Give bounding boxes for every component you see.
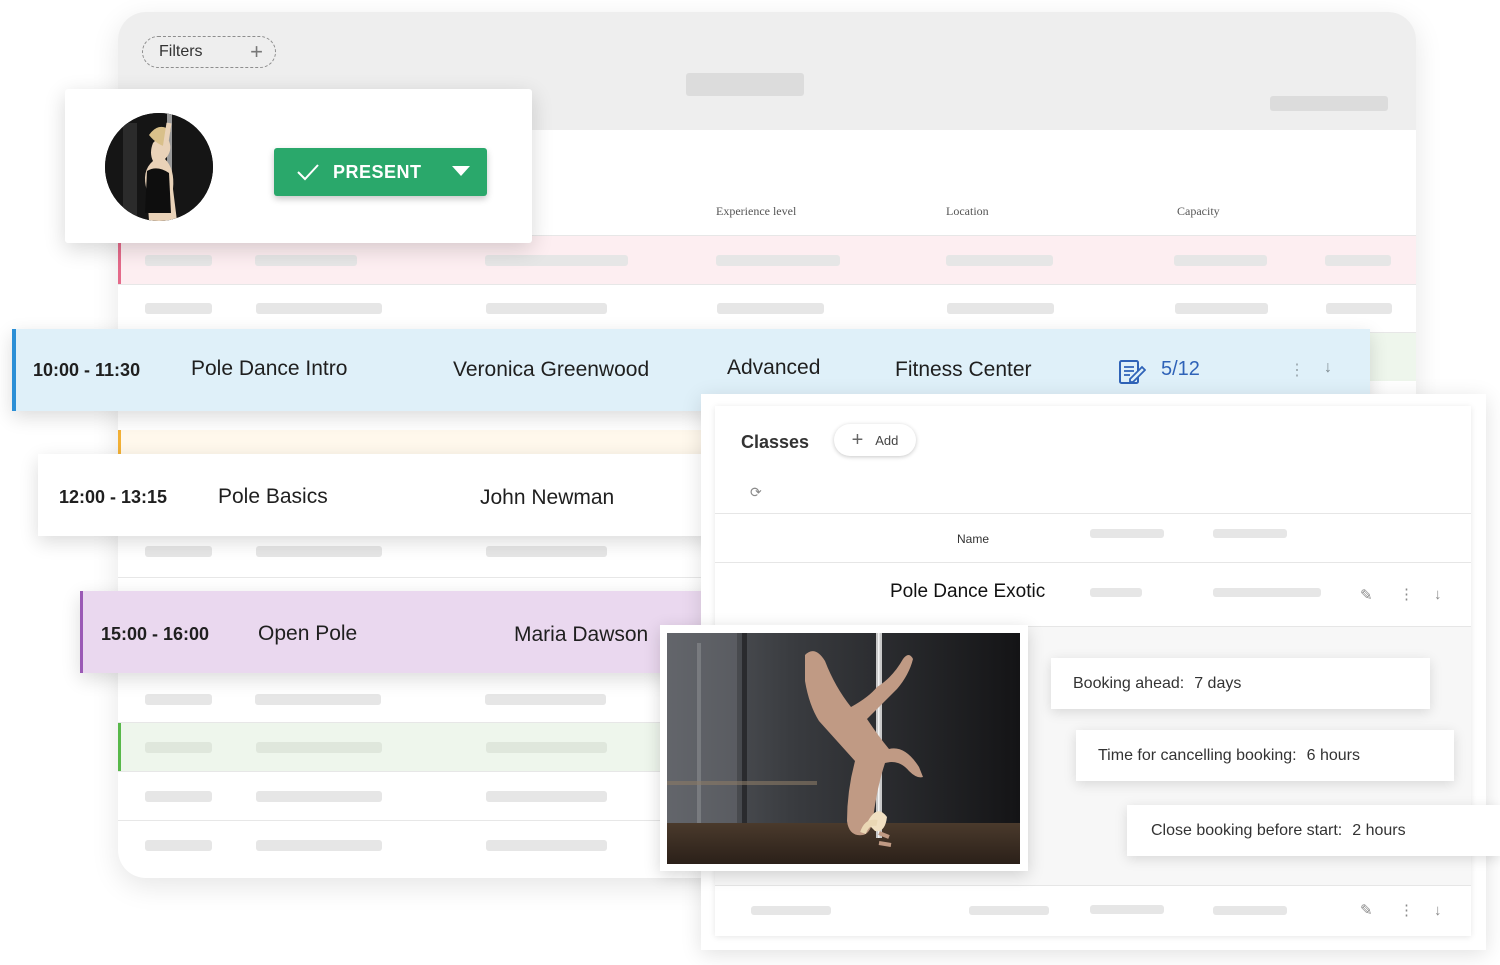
class-instructor: Veronica Greenwood bbox=[453, 358, 650, 381]
arrow-down-icon[interactable]: ↓ bbox=[1434, 903, 1442, 918]
refresh-icon[interactable]: ⟳ bbox=[750, 485, 762, 499]
arrow-down-icon[interactable]: ↓ bbox=[1434, 587, 1442, 602]
more-vertical-icon[interactable]: ⋮ bbox=[1399, 903, 1414, 918]
pole-dancer-image bbox=[667, 633, 1020, 864]
plus-icon: + bbox=[851, 429, 864, 451]
notepad-edit-icon[interactable] bbox=[1118, 357, 1146, 385]
close-booking-label: Close booking before start: bbox=[1151, 821, 1343, 839]
avatar-photo bbox=[105, 113, 213, 221]
class-name: Open Pole bbox=[258, 622, 358, 645]
class-instructor: Maria Dawson bbox=[514, 623, 649, 646]
class-capacity: 5/12 bbox=[1161, 358, 1200, 380]
column-location[interactable]: Location bbox=[946, 204, 989, 219]
present-label: PRESENT bbox=[333, 162, 422, 182]
booking-ahead-label: Booking ahead: bbox=[1073, 674, 1185, 692]
class-name: Pole Basics bbox=[218, 485, 328, 508]
attendee-card: PRESENT bbox=[65, 89, 532, 243]
class-row-name: Pole Dance Exotic bbox=[890, 581, 1046, 602]
add-label: Add bbox=[875, 432, 899, 448]
class-name: Pole Dance Intro bbox=[191, 357, 348, 380]
more-vertical-icon[interactable]: ⋮ bbox=[1399, 587, 1414, 602]
filters-button[interactable]: Filters + bbox=[142, 36, 276, 68]
cancel-booking-value: 6 hours bbox=[1306, 746, 1360, 764]
table-row[interactable]: ✎ ⋮ ↓ bbox=[715, 886, 1471, 936]
more-vertical-icon[interactable]: ⋮ bbox=[1289, 360, 1305, 380]
arrow-down-icon[interactable]: ↓ bbox=[1324, 359, 1332, 377]
column-experience-level[interactable]: Experience level bbox=[716, 204, 796, 219]
avatar[interactable] bbox=[105, 113, 213, 221]
check-icon bbox=[297, 164, 319, 181]
plus-icon: + bbox=[250, 39, 263, 64]
booking-ahead-value: 7 days bbox=[1194, 674, 1242, 692]
class-level: Advanced bbox=[727, 356, 821, 379]
add-class-button[interactable]: + Add bbox=[834, 424, 916, 456]
class-time: 12:00 - 13:15 bbox=[59, 487, 168, 507]
column-name[interactable]: Name bbox=[957, 532, 989, 546]
table-row[interactable] bbox=[118, 236, 1416, 284]
class-location: Fitness Center bbox=[895, 358, 1032, 381]
booking-ahead-setting: Booking ahead: 7 days bbox=[1051, 658, 1430, 709]
cancel-booking-setting: Time for cancelling booking: 6 hours bbox=[1076, 730, 1454, 781]
header-title-placeholder bbox=[686, 73, 804, 96]
close-booking-value: 2 hours bbox=[1352, 821, 1406, 839]
classes-title: Classes bbox=[741, 432, 810, 452]
class-photo bbox=[667, 633, 1020, 864]
class-time: 15:00 - 16:00 bbox=[101, 624, 210, 644]
class-row-open-pole[interactable]: 15:00 - 16:00 Open Pole Maria Dawson bbox=[80, 591, 740, 673]
header-action-placeholder bbox=[1270, 96, 1388, 111]
filters-label: Filters bbox=[159, 43, 203, 60]
class-photo-frame bbox=[660, 625, 1028, 871]
table-row[interactable] bbox=[118, 285, 1416, 333]
attendance-status-dropdown[interactable]: PRESENT bbox=[274, 148, 487, 196]
edit-pencil-icon[interactable]: ✎ bbox=[1360, 903, 1373, 918]
class-row-pole-basics[interactable]: 12:00 - 13:15 Pole Basics John Newman bbox=[38, 454, 738, 536]
class-time: 10:00 - 11:30 bbox=[33, 360, 141, 380]
table-row[interactable]: Pole Dance Exotic ✎ ⋮ ↓ bbox=[715, 563, 1471, 626]
caret-down-icon[interactable] bbox=[451, 165, 471, 177]
class-instructor: John Newman bbox=[480, 486, 615, 509]
edit-pencil-icon[interactable]: ✎ bbox=[1360, 588, 1373, 603]
column-capacity[interactable]: Capacity bbox=[1177, 204, 1220, 219]
close-booking-setting: Close booking before start: 2 hours bbox=[1127, 805, 1500, 856]
cancel-booking-label: Time for cancelling booking: bbox=[1098, 746, 1297, 764]
